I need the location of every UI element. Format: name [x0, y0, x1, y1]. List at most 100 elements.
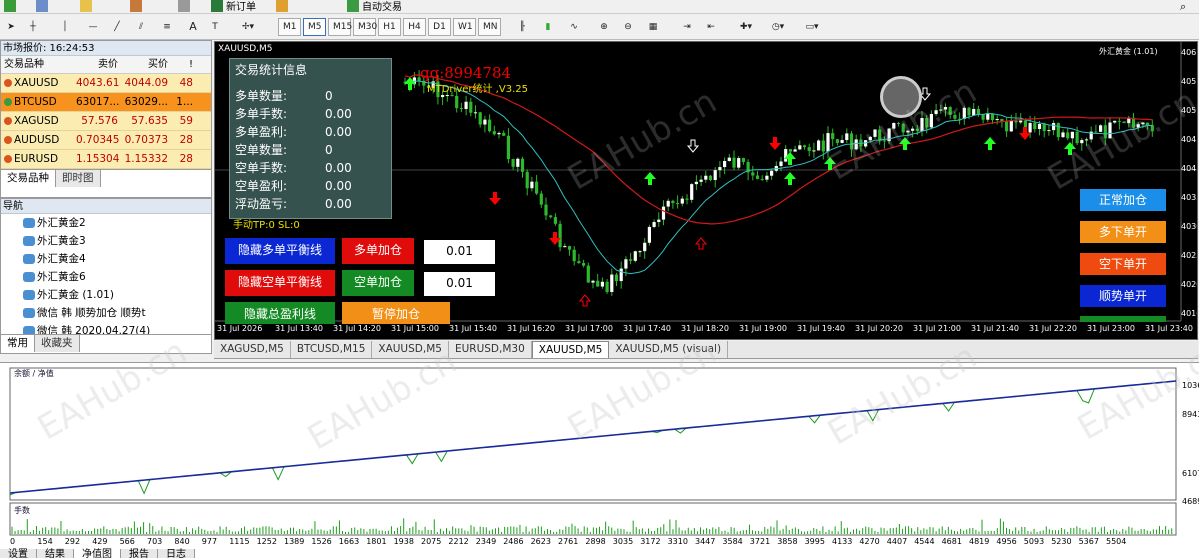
navigator-item[interactable]: 外汇黄金 (1.01) — [1, 286, 211, 304]
bar-chart-icon[interactable]: ╟ — [515, 17, 529, 37]
tab-symbols[interactable]: 交易品种 — [1, 170, 56, 187]
time-axis-label: 31 Jul 13:40 — [275, 324, 323, 333]
symbol-name: BTCUSD — [14, 96, 57, 108]
new-chart-icon[interactable] — [4, 0, 16, 12]
report-tab[interactable]: 设置 — [0, 549, 37, 558]
normal-add-button[interactable]: 正常加仓 — [1080, 189, 1166, 211]
hide-short-balance-button[interactable]: 隐藏空单平衡线 — [225, 270, 335, 296]
candle-body — [737, 158, 741, 168]
col-symbol[interactable]: 交易品种 — [1, 56, 76, 73]
timeframe-d1[interactable]: D1 — [428, 18, 451, 36]
metaeditor-icon[interactable] — [276, 0, 288, 12]
market-watch-row[interactable]: EURUSD 1.15304 1.15332 28 — [1, 150, 211, 169]
navigator-icon[interactable] — [130, 0, 142, 12]
tab-common[interactable]: 常用 — [1, 335, 35, 352]
candle-chart-icon[interactable]: ▮ — [541, 17, 555, 37]
fibonacci-icon[interactable]: ≡ — [160, 17, 174, 37]
profiles-icon[interactable] — [36, 0, 48, 12]
auto-trading-icon[interactable] — [347, 0, 359, 12]
zoom-out-icon[interactable]: ⊖ — [621, 17, 635, 37]
chart-shift-icon[interactable]: ⇤ — [704, 17, 718, 37]
report-tab[interactable]: 报告 — [121, 549, 158, 558]
chart-tab[interactable]: XAUUSD,M5 — [531, 341, 610, 358]
cursor-icon[interactable]: ➤ — [4, 17, 18, 37]
chart-tab[interactable]: XAUUSD,M5 — [372, 341, 449, 358]
templates-icon[interactable]: ▭▾ — [802, 17, 822, 37]
short-open-button[interactable]: 空下单开 — [1080, 253, 1166, 275]
horizontal-line-icon[interactable]: — — [86, 17, 100, 37]
trend-open-button[interactable]: 顺势单开 — [1080, 285, 1166, 307]
vertical-line-icon[interactable]: │ — [60, 17, 70, 37]
new-order-button[interactable]: 新订单 — [226, 0, 256, 13]
market-watch-icon[interactable] — [80, 0, 92, 12]
chart-tab[interactable]: XAUUSD,M5 (visual) — [609, 341, 729, 358]
terminal-icon[interactable] — [178, 0, 190, 12]
timeframe-h4[interactable]: H4 — [403, 18, 426, 36]
chart-tab[interactable]: BTCUSD,M15 — [291, 341, 373, 358]
tab-tick-chart[interactable]: 即时图 — [56, 170, 101, 187]
crosshair-icon[interactable]: ┼ — [26, 17, 40, 37]
navigator-item[interactable]: 外汇黄金3 — [1, 232, 211, 250]
candle-body — [497, 132, 501, 135]
zoom-in-icon[interactable]: ⊕ — [597, 17, 611, 37]
chart-tab[interactable]: XAGUSD,M5 — [214, 341, 291, 358]
autoscroll-icon[interactable]: ⇥ — [680, 17, 694, 37]
timeframe-m15[interactable]: M15 — [328, 18, 352, 36]
market-watch-row[interactable]: AUDUSD 0.70345 0.70373 28 — [1, 131, 211, 150]
tile-windows-icon[interactable]: ▦ — [646, 17, 660, 37]
timeframe-w1[interactable]: W1 — [453, 18, 476, 36]
hide-total-profit-button[interactable]: 隐藏总盈利线 — [225, 302, 335, 324]
slow-ma-line — [404, 74, 1153, 225]
arrows-icon[interactable]: ✢▾ — [238, 17, 258, 37]
navigator-item[interactable]: 微信 韩 顺势加仓 顺势t — [1, 304, 211, 322]
candle-body — [1028, 123, 1032, 133]
navigator-item[interactable]: 外汇黄金4 — [1, 250, 211, 268]
pause-add-button[interactable]: 暂停加仓 — [342, 302, 450, 324]
trendline-icon[interactable]: ╱ — [110, 17, 124, 37]
long-lot-input[interactable]: 0.01 — [424, 240, 495, 264]
timeframe-m5[interactable]: M5 — [303, 18, 326, 36]
chart-tab[interactable]: EURUSD,M30 — [449, 341, 532, 358]
long-add-button[interactable]: 多单加仓 — [342, 238, 414, 264]
label-icon[interactable]: T — [208, 17, 222, 37]
timeframe-m30[interactable]: M30 — [353, 18, 377, 36]
short-add-button[interactable]: 空单加仓 — [342, 270, 414, 296]
market-watch-title: 市场报价: 16:24:53 — [1, 41, 211, 56]
new-order-icon[interactable] — [211, 0, 223, 12]
ask-cell: 4044.09 — [124, 77, 168, 89]
candle-body — [925, 118, 929, 128]
market-watch-row[interactable]: XAGUSD 57.576 57.635 59 — [1, 112, 211, 131]
channel-icon[interactable]: ⫽ — [134, 17, 148, 37]
col-bid[interactable]: 卖价 — [76, 56, 121, 73]
report-tab[interactable]: 净值图 — [74, 549, 121, 558]
timeframe-m1[interactable]: M1 — [278, 18, 301, 36]
main-toolbar: 新订单 自动交易 ⌕ — [0, 0, 1199, 14]
hide-long-balance-button[interactable]: 隐藏多单平衡线 — [225, 238, 335, 264]
col-ask[interactable]: 买价 — [121, 56, 171, 73]
navigator-item[interactable]: 微信 韩 2020.04.27(4) — [1, 322, 211, 334]
col-spread[interactable]: ! — [171, 56, 196, 73]
timeframe-h1[interactable]: H1 — [378, 18, 401, 36]
stat-row: 浮动盈亏: 0.00 — [230, 195, 391, 213]
navigator-item[interactable]: 外汇黄金6 — [1, 268, 211, 286]
tab-favorites[interactable]: 收藏夹 — [35, 335, 80, 352]
candle-body — [826, 133, 830, 152]
navigator-item[interactable]: 外汇黄金2 — [1, 214, 211, 232]
long-open-button[interactable]: 多下单开 — [1080, 221, 1166, 243]
line-chart-icon[interactable]: ∿ — [567, 17, 581, 37]
report-tab[interactable]: 结果 — [37, 549, 74, 558]
indicators-icon[interactable]: ✚▾ — [736, 17, 756, 37]
market-watch-row[interactable]: BTCUSD 63017... 63029... 1... — [1, 93, 211, 112]
timeframe-mn[interactable]: MN — [478, 18, 501, 36]
search-icon[interactable]: ⌕ — [1180, 0, 1186, 13]
short-lot-input[interactable]: 0.01 — [424, 272, 495, 296]
candle-body — [807, 147, 811, 151]
candle-body — [473, 112, 478, 114]
bid-cell: 4043.61 — [76, 77, 120, 89]
report-tab[interactable]: 日志 — [158, 549, 195, 558]
periods-icon[interactable]: ◷▾ — [768, 17, 788, 37]
market-watch-row[interactable]: XAUUSD 4043.61 4044.09 48 — [1, 74, 211, 93]
auto-trading-button[interactable]: 自动交易 — [362, 0, 402, 13]
hidden-side-button[interactable] — [1080, 316, 1166, 322]
text-icon[interactable]: A — [186, 17, 200, 37]
